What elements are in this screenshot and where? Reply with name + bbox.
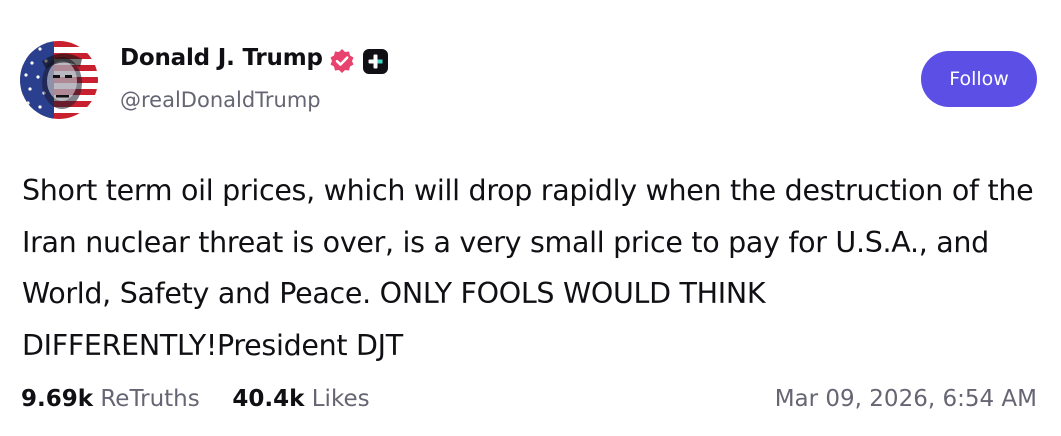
likes-count: 40.4k: [232, 386, 305, 412]
display-name[interactable]: Donald J. Trump: [120, 45, 323, 71]
likes-label: Likes: [311, 386, 370, 412]
post-card: Donald J. Trump @realDonaldTrump Follow …: [0, 0, 1061, 436]
verified-badge-icon: [329, 48, 355, 74]
post-stats: 9.69k ReTruths 40.4k Likes: [21, 386, 370, 412]
user-handle[interactable]: @realDonaldTrump: [120, 88, 321, 112]
avatar[interactable]: [20, 41, 98, 119]
post-timestamp[interactable]: Mar 09, 2026, 6:54 AM: [775, 386, 1037, 412]
retruths-label: ReTruths: [100, 386, 200, 412]
flag-portrait-avatar-icon: [20, 41, 98, 119]
post-text: Short term oil prices, which will drop r…: [22, 174, 1034, 362]
retruths-stat[interactable]: 9.69k ReTruths: [21, 386, 207, 412]
plus-badge-icon: [363, 49, 388, 74]
retruths-count: 9.69k: [21, 386, 94, 412]
likes-stat[interactable]: 40.4k Likes: [232, 386, 369, 412]
follow-button[interactable]: Follow: [921, 51, 1037, 107]
